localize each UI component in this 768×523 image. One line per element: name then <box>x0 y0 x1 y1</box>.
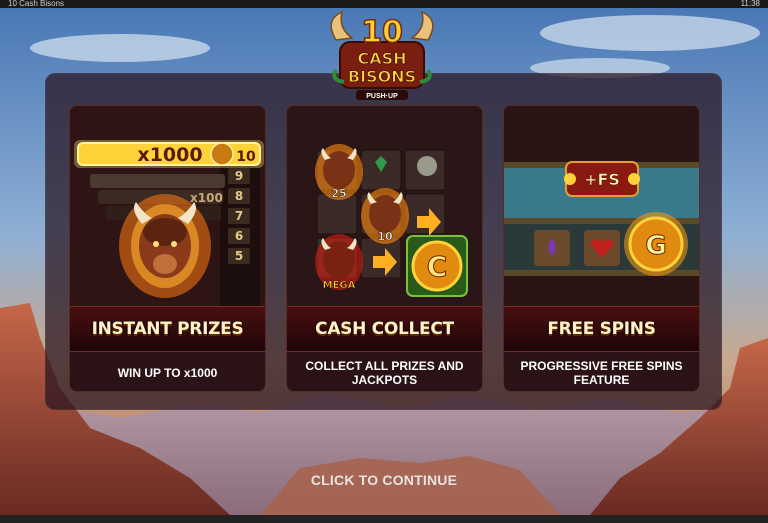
logo-title-line1: CASH <box>357 49 406 68</box>
scale-value-9: 9 <box>235 169 243 183</box>
svg-text:C: C <box>427 250 448 283</box>
bison-coin-25: 25 <box>315 144 363 200</box>
fs-label: +FS <box>584 170 620 189</box>
scale-value-8: 8 <box>235 189 243 203</box>
scale-value-6: 6 <box>235 229 243 243</box>
bison-value-10: 10 <box>377 230 393 243</box>
feature-card-cash-collect: 25 10 MEGA C CASH COLLECT COLLECT ALL PR… <box>286 105 483 392</box>
card-description: WIN UP TO x1000 <box>70 353 265 391</box>
instant-prizes-titlebar: INSTANT PRIZES <box>70 306 265 352</box>
feature-card-instant-prizes: 9 8 7 6 5 x100 x1000 10 INSTANT PRIZES W… <box>69 105 266 392</box>
multiplier-badge-value: 10 <box>236 149 256 165</box>
logo-emblem: 10 CASH BISONS PUSH·UP <box>330 10 434 100</box>
free-spins-feature-symbol: G <box>624 212 688 276</box>
collect-symbol: C <box>406 235 468 297</box>
card-title: CASH COLLECT <box>315 319 454 339</box>
card-title: INSTANT PRIZES <box>91 319 244 339</box>
bison-value-25: 25 <box>331 187 346 200</box>
scale-value-7: 7 <box>235 209 243 223</box>
bottom-bar <box>0 515 768 523</box>
click-to-continue-button[interactable]: CLICK TO CONTINUE <box>0 472 768 488</box>
scale-value-x100: x100 <box>190 191 223 205</box>
instant-prizes-art: 9 8 7 6 5 x100 x1000 10 <box>70 106 265 306</box>
logo-number: 10 <box>361 15 403 50</box>
feature-card-free-spins: +FS G FREE SPINS PROGRESSIVE FREE SPINS … <box>503 105 700 392</box>
clock: 11:38 <box>740 0 760 8</box>
card-description: COLLECT ALL PRIZES AND JACKPOTS <box>287 353 482 391</box>
card-description: PROGRESSIVE FREE SPINS FEATURE <box>504 353 699 391</box>
bison-coin-10: 10 <box>361 188 409 244</box>
free-spins-titlebar: FREE SPINS <box>504 306 699 352</box>
svg-text:G: G <box>645 231 666 261</box>
cash-collect-titlebar: CASH COLLECT <box>287 306 482 352</box>
scale-value-5: 5 <box>235 249 243 263</box>
window-title: 10 Cash Bisons <box>8 0 65 8</box>
logo-title-line2: BISONS <box>348 67 416 86</box>
game-logo: 10 CASH BISONS PUSH·UP <box>322 10 442 102</box>
free-spins-art: +FS G <box>504 106 699 306</box>
mega-label: MEGA <box>323 280 356 291</box>
logo-tagline: PUSH·UP <box>366 93 398 100</box>
fs-banner: +FS <box>564 161 640 197</box>
cash-collect-art: 25 10 MEGA C <box>287 106 482 306</box>
title-bar: 10 Cash Bisons 11:38 <box>0 0 768 8</box>
multiplier-x1000: x1000 <box>137 144 202 166</box>
card-title: FREE SPINS <box>547 319 656 339</box>
